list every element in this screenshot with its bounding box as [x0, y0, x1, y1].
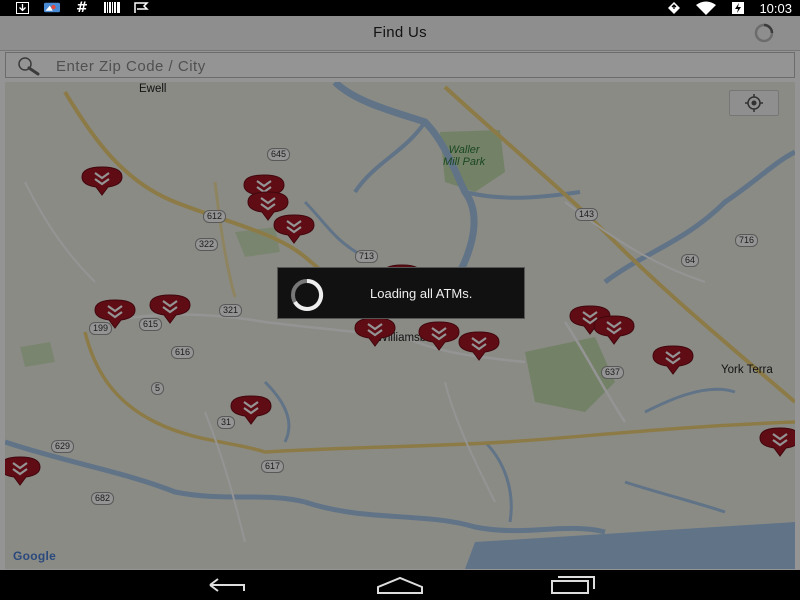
battery-charging-icon	[732, 2, 745, 14]
clock: 10:03	[759, 0, 792, 16]
loading-dialog: Loading all ATMs.	[277, 267, 525, 319]
loading-message: Loading all ATMs.	[370, 286, 473, 301]
map-app-icon	[44, 1, 60, 14]
location-icon	[668, 2, 681, 14]
back-icon[interactable]	[204, 575, 252, 595]
app-screen: Find Us Enter Zip Code / City Ewell Wall…	[0, 16, 800, 570]
download-icon	[14, 1, 30, 14]
wifi-icon	[696, 1, 717, 15]
home-icon[interactable]	[376, 575, 424, 595]
loading-spinner-icon	[291, 278, 324, 311]
barcode-icon	[104, 1, 120, 14]
system-nav-bar	[0, 570, 800, 600]
hashtag-icon: #	[76, 0, 88, 16]
recent-apps-icon[interactable]	[548, 575, 596, 595]
flag-icon	[134, 1, 150, 14]
status-bar: # 10:03	[0, 0, 800, 16]
